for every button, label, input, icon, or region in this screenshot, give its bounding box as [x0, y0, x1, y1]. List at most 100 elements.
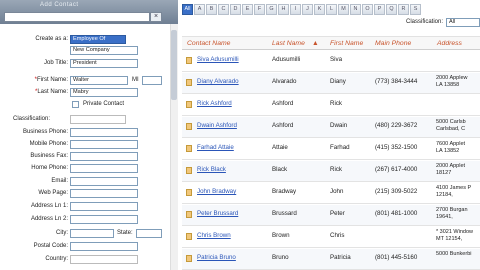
- job-title-field[interactable]: President: [70, 59, 138, 68]
- home-phone-label: Home Phone:: [31, 165, 68, 171]
- table-row[interactable]: Siva Adusumilli Adusumilli Siva: [182, 51, 480, 72]
- private-contact-checkbox[interactable]: [72, 101, 79, 108]
- col-main-phone[interactable]: Main Phone: [375, 40, 411, 47]
- alpha-filter-b[interactable]: B: [206, 4, 217, 15]
- address-cell: 2000 Applew LA 13858: [436, 75, 468, 88]
- alpha-filter-s[interactable]: S: [410, 4, 421, 15]
- create-as-select[interactable]: Employee Of: [70, 35, 126, 44]
- table-row[interactable]: Rick Black Black Rick (267) 617-4000 2000 Ap…: [182, 161, 480, 182]
- contact-name-link[interactable]: Siva Adusumilli: [197, 56, 239, 63]
- last-name-field[interactable]: Mabry: [70, 88, 138, 97]
- address-cell: 2700 Burgan 19641,: [436, 207, 468, 220]
- classification-label: Classification:: [12, 116, 50, 122]
- contact-name-link[interactable]: Diany Alvarado: [197, 78, 239, 85]
- last-name-cell: Alvarado: [272, 78, 297, 85]
- mi-field[interactable]: [142, 76, 162, 85]
- alpha-filter-r[interactable]: R: [398, 4, 409, 15]
- first-name-row: *First Name: Walter MI: [0, 76, 178, 85]
- col-address[interactable]: Address: [437, 40, 462, 47]
- table-row[interactable]: Peter Brussard Brussard Peter (801) 481-100…: [182, 205, 480, 226]
- city-field[interactable]: [70, 229, 114, 238]
- state-field[interactable]: [136, 229, 162, 238]
- create-as-label: Create as a:: [35, 36, 68, 42]
- business-fax-field[interactable]: [70, 152, 138, 161]
- table-row[interactable]: Farhad Attaie Attaie Farhad (415) 352-1500 7…: [182, 139, 480, 160]
- last-name-cell: Ashford: [272, 100, 294, 107]
- alpha-filter-n[interactable]: N: [350, 4, 361, 15]
- contact-name-link[interactable]: Peter Brussard: [197, 210, 238, 217]
- col-last-name[interactable]: Last Name: [272, 40, 305, 47]
- alpha-filter-o[interactable]: O: [362, 4, 373, 15]
- col-first-name[interactable]: First Name: [330, 40, 363, 47]
- city-label: City:: [56, 230, 68, 236]
- alpha-filter-h[interactable]: H: [278, 4, 289, 15]
- table-row[interactable]: Patricia Bruno Bruno Patricia (801) 445-516…: [182, 249, 480, 270]
- alpha-filter-k[interactable]: K: [314, 4, 325, 15]
- contact-name-link[interactable]: Rick Ashford: [197, 100, 232, 107]
- first-name-cell: Patricia: [330, 254, 351, 261]
- alpha-filter-q[interactable]: Q: [386, 4, 397, 15]
- email-label: Email:: [51, 178, 68, 184]
- alpha-filter-p[interactable]: P: [374, 4, 385, 15]
- mobile-phone-label: Mobile Phone:: [29, 141, 68, 147]
- classification-filter-select[interactable]: All: [446, 18, 480, 27]
- main-phone-cell: (480) 229-3672: [375, 122, 418, 129]
- table-row[interactable]: Dwain Ashford Ashford Dwain (480) 229-3672 5…: [182, 117, 480, 138]
- first-name-cell: Chris: [330, 232, 345, 239]
- first-name-cell: Diany: [330, 78, 346, 85]
- contact-name-link[interactable]: Rick Black: [197, 166, 226, 173]
- state-label: State:: [117, 230, 133, 236]
- contact-card-icon: [186, 79, 192, 86]
- contact-card-icon: [186, 123, 192, 130]
- col-contact-name[interactable]: Contact Name: [187, 40, 230, 47]
- alpha-filter-f[interactable]: F: [254, 4, 265, 15]
- country-select[interactable]: [70, 255, 138, 264]
- business-fax-label: Business Fax:: [30, 153, 68, 159]
- business-phone-field[interactable]: [70, 128, 138, 137]
- contact-name-link[interactable]: Patricia Bruno: [197, 254, 236, 261]
- postal-code-field[interactable]: [70, 242, 138, 251]
- alpha-filter-c[interactable]: C: [218, 4, 229, 15]
- home-phone-field[interactable]: [70, 164, 138, 173]
- classification-row: Classification:: [0, 115, 178, 124]
- web-page-label: Web Page:: [38, 190, 68, 196]
- email-field[interactable]: [70, 177, 138, 186]
- alpha-filter-g[interactable]: G: [266, 4, 277, 15]
- close-icon[interactable]: ×: [150, 12, 162, 22]
- web-page-field[interactable]: [70, 189, 138, 198]
- contact-name-link[interactable]: John Bradway: [197, 188, 236, 195]
- table-row[interactable]: Diany Alvarado Alvarado Diany (773) 384-344…: [182, 73, 480, 94]
- classification-select[interactable]: [70, 115, 126, 124]
- alpha-filter-m[interactable]: M: [338, 4, 349, 15]
- alpha-filter-e[interactable]: E: [242, 4, 253, 15]
- sort-asc-icon: ▲: [312, 40, 319, 47]
- table-header: Contact Name Last Name ▲ First Name Main…: [182, 36, 480, 50]
- alpha-filter-all[interactable]: All: [182, 4, 193, 15]
- table-row[interactable]: Rick Ashford Ashford Rick: [182, 95, 480, 116]
- first-name-field[interactable]: Walter: [70, 76, 128, 85]
- form-scroll-thumb[interactable]: [171, 30, 177, 100]
- table-row[interactable]: John Bradway Bradway John (215) 309-5022 410…: [182, 183, 480, 204]
- contact-name-link[interactable]: Chris Brown: [197, 232, 231, 239]
- mobile-phone-field[interactable]: [70, 140, 138, 149]
- company-field[interactable]: New Company: [70, 46, 138, 55]
- first-name-cell: Peter: [330, 210, 345, 217]
- add-contact-panel: Add Contact × Create as a: Employee Of N…: [0, 0, 178, 270]
- contacts-list-panel: All A B C D E F G H I J K L M N O P Q R S Classification: A…: [182, 0, 480, 270]
- private-row: Private Contact: [0, 100, 178, 109]
- address-cell: 4100 James P 12184,: [436, 185, 472, 198]
- quick-search-input[interactable]: [4, 12, 150, 22]
- alpha-filter-l[interactable]: L: [326, 4, 337, 15]
- last-name-cell: Brown: [272, 232, 290, 239]
- address2-field[interactable]: [70, 215, 138, 224]
- alpha-filter-j[interactable]: J: [302, 4, 313, 15]
- table-row[interactable]: Chris Brown Brown Chris * 3021 Window MT 12…: [182, 227, 480, 248]
- address1-field[interactable]: [70, 202, 138, 211]
- contact-name-link[interactable]: Farhad Attaie: [197, 144, 234, 151]
- address-cell: 7600 Applet LA 13852: [436, 141, 466, 154]
- alpha-filter-d[interactable]: D: [230, 4, 241, 15]
- main-phone-cell: (415) 352-1500: [375, 144, 418, 151]
- alpha-filter-a[interactable]: A: [194, 4, 205, 15]
- alpha-filter-i[interactable]: I: [290, 4, 301, 15]
- contact-name-link[interactable]: Dwain Ashford: [197, 122, 237, 129]
